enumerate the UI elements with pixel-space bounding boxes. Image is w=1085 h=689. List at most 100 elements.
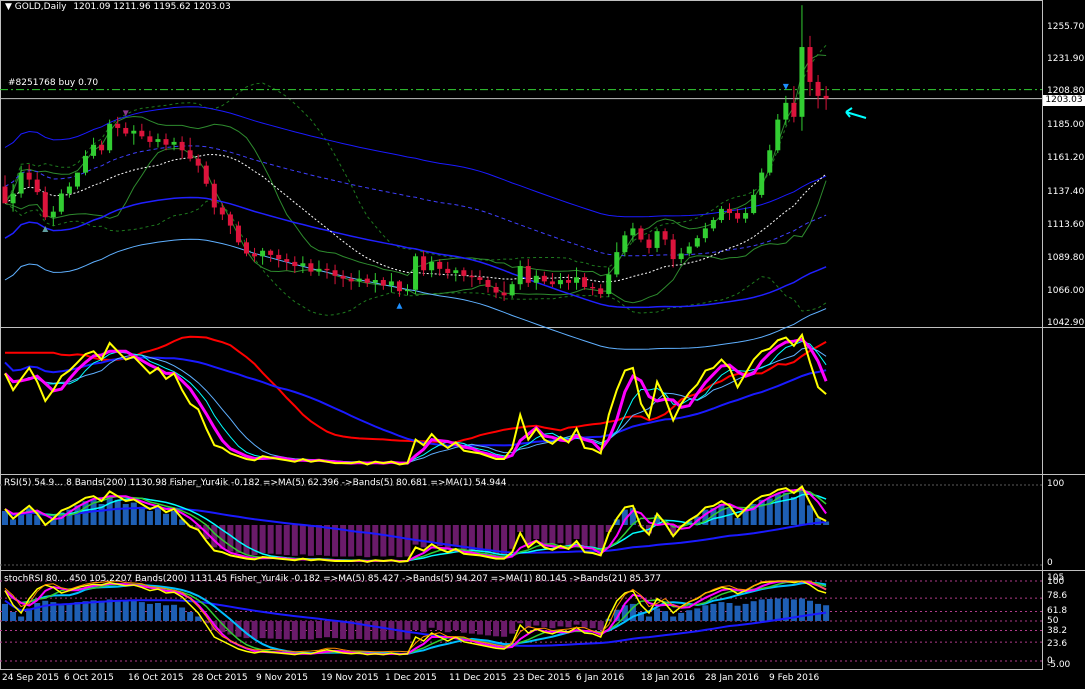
candle-body bbox=[799, 47, 805, 117]
stoch-histogram-bar bbox=[315, 621, 322, 639]
candle-body bbox=[751, 194, 757, 214]
stoch-histogram-bar bbox=[573, 621, 580, 625]
candle-body bbox=[614, 252, 620, 275]
candle-body bbox=[203, 165, 209, 184]
candle-body bbox=[574, 277, 580, 283]
panel1-blue-line bbox=[4, 356, 827, 447]
stoch-histogram-bar bbox=[428, 621, 435, 628]
candle-body bbox=[598, 288, 604, 294]
candle-body bbox=[783, 102, 789, 120]
rsi-histogram-bar bbox=[267, 525, 274, 554]
stoch-histogram-bar bbox=[468, 621, 475, 634]
rsi-histogram-bar bbox=[364, 525, 371, 558]
collapse-triangle-icon[interactable]: ▼ bbox=[5, 2, 12, 12]
stoch-histogram-bar bbox=[460, 621, 467, 633]
rsi-histogram-bar bbox=[259, 525, 266, 553]
rsi-histogram-bar bbox=[726, 508, 733, 525]
pointer-arrow-icon bbox=[845, 107, 867, 119]
stoch-histogram-bar bbox=[702, 605, 709, 621]
stoch-histogram-bar bbox=[42, 600, 49, 621]
stoch-histogram-bar bbox=[549, 621, 556, 629]
bollinger-bands bbox=[4, 44, 827, 350]
stoch-histogram-bar bbox=[670, 616, 677, 621]
symbol-title: GOLD,Daily bbox=[14, 2, 67, 12]
candle-body bbox=[461, 270, 467, 276]
rsi-level-tick: 0 bbox=[1047, 558, 1053, 568]
rsi-histogram-bar bbox=[412, 525, 419, 545]
stoch-histogram-bar bbox=[710, 603, 717, 621]
candle-body bbox=[66, 186, 72, 194]
rsi-histogram-bar bbox=[372, 525, 379, 556]
stoch-histogram-bar bbox=[798, 598, 805, 621]
rsi-histogram-bar bbox=[171, 511, 178, 525]
candle-body bbox=[10, 193, 16, 204]
candle-body bbox=[324, 268, 330, 271]
candle-body bbox=[252, 253, 258, 257]
candle-body bbox=[276, 254, 282, 260]
candle-body bbox=[219, 207, 225, 215]
rsi-histogram-bar bbox=[243, 525, 250, 555]
candle-body bbox=[477, 277, 483, 281]
candle-body bbox=[364, 278, 370, 283]
rsi-panel-label: RSI(5) 54.9… 8 Bands(200) 1130.98 Fisher… bbox=[4, 478, 507, 488]
candle-body bbox=[743, 213, 749, 219]
stoch-histogram-bar bbox=[565, 621, 572, 628]
candle-body bbox=[2, 186, 8, 204]
stoch-level-tick: 100 bbox=[1047, 577, 1065, 587]
rsi-histogram-bar bbox=[541, 525, 548, 545]
candle-body bbox=[606, 274, 612, 294]
candle-body bbox=[767, 150, 773, 173]
stoch-histogram-bar bbox=[154, 603, 161, 621]
stoch-histogram-bar bbox=[275, 621, 282, 639]
rsi-histogram-bar bbox=[557, 525, 564, 544]
candle-body bbox=[638, 228, 644, 240]
candle-body bbox=[421, 256, 427, 271]
stoch-histogram-bar bbox=[774, 598, 781, 621]
stoch-histogram-bar bbox=[34, 603, 41, 621]
candle-body bbox=[525, 266, 531, 283]
candle-body bbox=[316, 268, 322, 272]
candle-body bbox=[348, 278, 354, 282]
stoch-histogram-bar bbox=[694, 608, 701, 621]
price-tick: 1161.20 bbox=[1047, 153, 1085, 163]
candle-body bbox=[670, 239, 676, 260]
candle-body bbox=[332, 270, 338, 276]
candle-body bbox=[686, 246, 692, 254]
stoch-histogram-bar bbox=[299, 621, 306, 639]
stoch-histogram-bar bbox=[66, 603, 73, 621]
candle-body bbox=[42, 192, 48, 218]
candle-body bbox=[727, 208, 732, 214]
stoch-level-tick: 38.2 bbox=[1047, 626, 1068, 636]
order-label: #8251768 buy 0.70 bbox=[8, 78, 99, 88]
stochrsi-panel bbox=[0, 580, 1042, 662]
candle-body bbox=[662, 231, 668, 240]
candle-body bbox=[429, 261, 435, 271]
time-tick: 6 Jan 2016 bbox=[576, 673, 625, 683]
chart-header: ▼ GOLD,Daily 1201.09 1211.96 1195.62 120… bbox=[5, 2, 231, 13]
rsi-histogram-bar bbox=[146, 511, 153, 525]
candle-body bbox=[437, 261, 443, 269]
candle-body bbox=[340, 275, 346, 279]
candle-body bbox=[260, 250, 266, 257]
time-tick: 19 Nov 2015 bbox=[321, 673, 379, 683]
candle-body bbox=[107, 123, 113, 151]
time-tick: 9 Feb 2016 bbox=[769, 673, 820, 683]
price-tick: 1137.40 bbox=[1047, 187, 1085, 197]
rsi-histogram-bar bbox=[742, 511, 749, 525]
rsi-histogram-bar bbox=[10, 519, 17, 525]
stoch-histogram-bar bbox=[750, 601, 757, 621]
rsi-histogram-bar bbox=[420, 525, 427, 548]
time-tick: 11 Dec 2015 bbox=[449, 673, 507, 683]
candle-body bbox=[171, 141, 177, 145]
stoch-level-tick: 23.6 bbox=[1047, 639, 1068, 649]
candle-body bbox=[566, 280, 571, 283]
candle-body bbox=[807, 47, 813, 82]
rsi-histogram-bar bbox=[291, 525, 298, 556]
candle-body bbox=[396, 281, 402, 292]
stoch-histogram-bar bbox=[259, 621, 266, 639]
candle-body bbox=[557, 280, 563, 285]
rsi-histogram-bar bbox=[501, 525, 508, 555]
arrow-down-icon bbox=[782, 83, 789, 90]
stoch-histogram-bar bbox=[646, 616, 652, 621]
candle-body bbox=[155, 139, 161, 142]
